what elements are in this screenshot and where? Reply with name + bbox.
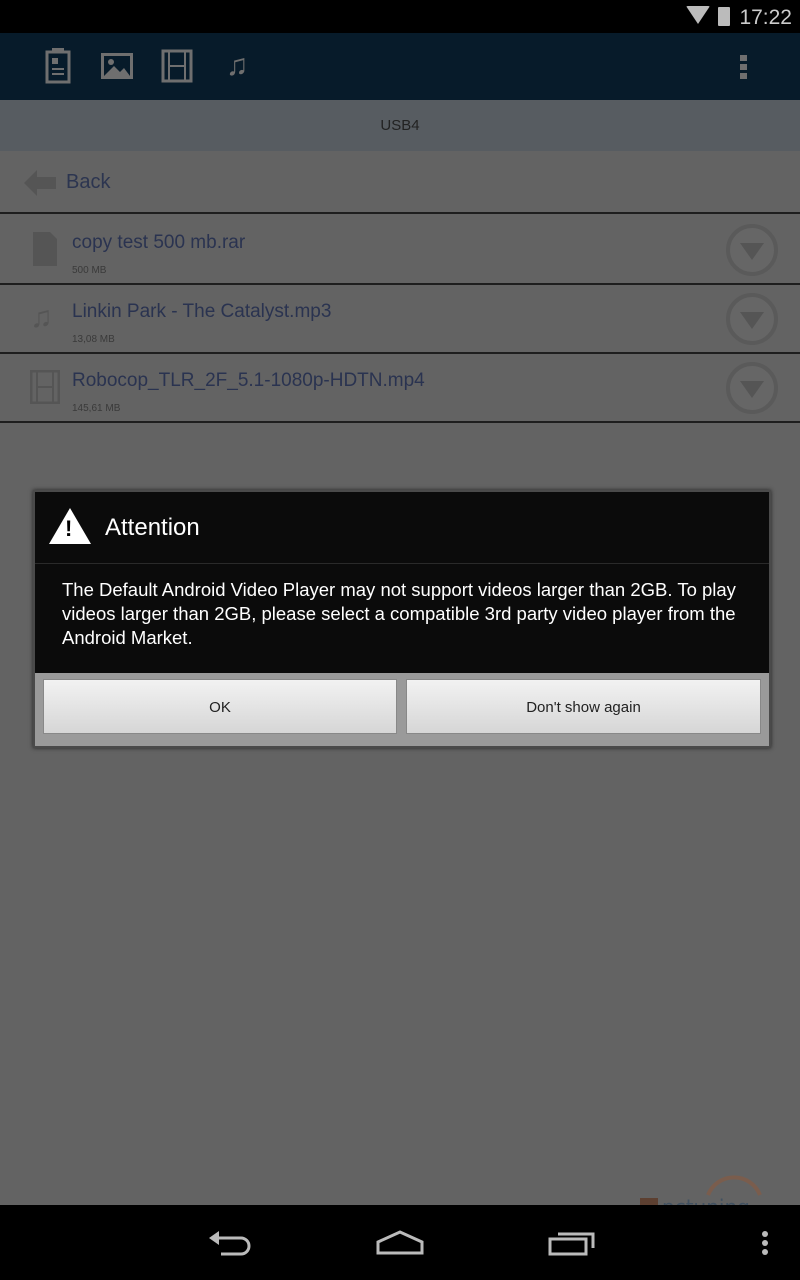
music-icon[interactable]: ♫ xyxy=(220,48,254,84)
music-note-icon: ♫ xyxy=(30,301,53,334)
file-size: 145,61 MB xyxy=(72,403,121,414)
film-icon xyxy=(30,370,60,404)
attention-dialog: ! Attention The Default Android Video Pl… xyxy=(33,490,771,748)
overflow-nav-icon[interactable] xyxy=(760,1229,770,1259)
videos-icon[interactable] xyxy=(160,48,194,84)
file-icon xyxy=(33,232,57,266)
wifi-icon xyxy=(686,6,710,24)
dont-show-again-button[interactable]: Don't show again xyxy=(406,679,761,734)
clock: 17:22 xyxy=(739,6,792,29)
back-arrow-icon xyxy=(24,170,56,196)
path-title: USB4 xyxy=(0,100,800,151)
expand-button[interactable] xyxy=(726,362,778,414)
documents-icon[interactable] xyxy=(41,48,75,84)
images-icon[interactable] xyxy=(100,48,134,84)
dialog-message: The Default Android Video Player may not… xyxy=(62,579,736,648)
file-name: Robocop_TLR_2F_5.1-1080p-HDTN.mp4 xyxy=(72,370,425,391)
recents-nav-icon[interactable] xyxy=(548,1230,596,1256)
back-label: Back xyxy=(66,171,111,193)
file-size: 13,08 MB xyxy=(72,334,115,345)
expand-button[interactable] xyxy=(726,224,778,276)
home-nav-icon[interactable] xyxy=(375,1230,425,1256)
file-row[interactable]: copy test 500 mb.rar 500 MB xyxy=(0,216,800,285)
toolbar: ♫ xyxy=(0,33,800,100)
divider xyxy=(35,563,769,564)
file-name: Linkin Park - The Catalyst.mp3 xyxy=(72,301,332,322)
overflow-menu-icon[interactable] xyxy=(740,55,748,82)
back-button[interactable] xyxy=(0,151,800,214)
ok-button[interactable]: OK xyxy=(43,679,397,734)
dialog-title: Attention xyxy=(105,514,200,541)
expand-button[interactable] xyxy=(726,293,778,345)
back-nav-icon[interactable] xyxy=(207,1230,253,1256)
file-size: 500 MB xyxy=(72,265,107,276)
navigation-bar xyxy=(0,1205,800,1280)
dialog-buttons: OK Don't show again xyxy=(35,673,769,746)
file-name: copy test 500 mb.rar xyxy=(72,232,246,253)
file-row[interactable]: Robocop_TLR_2F_5.1-1080p-HDTN.mp4 145,61… xyxy=(0,354,800,423)
file-row[interactable]: ♫ Linkin Park - The Catalyst.mp3 13,08 M… xyxy=(0,285,800,354)
status-bar: 17:22 xyxy=(0,0,800,33)
warning-mark: ! xyxy=(65,516,73,541)
battery-icon xyxy=(718,7,730,26)
